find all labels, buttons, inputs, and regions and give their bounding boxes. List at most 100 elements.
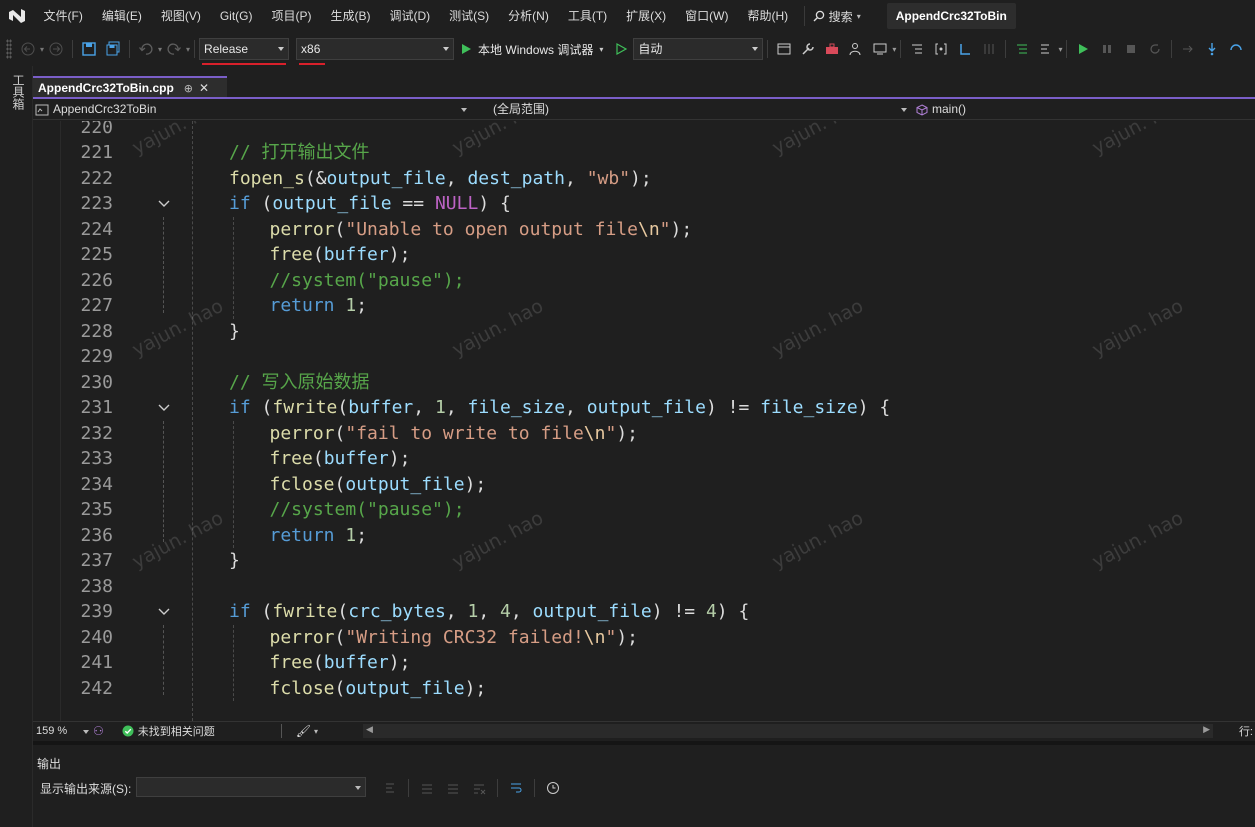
menu-item[interactable]: 生成(B): [321, 0, 380, 32]
code-token: if: [229, 397, 251, 418]
issues-indicator[interactable]: 未找到相关问题: [122, 723, 215, 739]
code-line[interactable]: 238: [33, 574, 1255, 600]
code-line[interactable]: 230 // 写入原始数据: [33, 370, 1255, 396]
show-timestamps-button[interactable]: [542, 777, 564, 799]
menu-item[interactable]: 项目(P): [262, 0, 321, 32]
menu-item[interactable]: 调试(D): [380, 0, 440, 32]
code-line[interactable]: 242 fclose(output_file);: [33, 676, 1255, 702]
toolbar-grip[interactable]: [6, 39, 12, 59]
redo-button[interactable]: [163, 38, 185, 60]
word-wrap-button[interactable]: [505, 777, 527, 799]
continue-button[interactable]: [1072, 38, 1094, 60]
horizontal-scrollbar[interactable]: ◀ ▶: [363, 724, 1213, 738]
forward-arrow-icon: [49, 42, 63, 56]
clear-all-button[interactable]: [468, 777, 490, 799]
menu-item[interactable]: 帮助(H): [738, 0, 798, 32]
scroll-left-icon[interactable]: ◀: [366, 724, 373, 735]
line-number: 229: [80, 346, 113, 367]
member-dropdown[interactable]: main(): [916, 100, 1255, 119]
code-token: 4: [705, 601, 717, 622]
code-line[interactable]: 232 perror("fail to write to file\n");: [33, 421, 1255, 447]
browser-link-button[interactable]: [773, 38, 795, 60]
undo-button[interactable]: [135, 38, 157, 60]
next-message-button[interactable]: [442, 777, 464, 799]
search-button[interactable]: 搜索 ▾: [803, 6, 869, 26]
solution-configuration-dropdown[interactable]: Release: [199, 38, 290, 65]
close-icon[interactable]: ✕: [199, 81, 209, 95]
menu-item[interactable]: 窗口(W): [676, 0, 738, 32]
code-line[interactable]: 228}: [33, 319, 1255, 345]
toolbar-separator: [408, 779, 409, 797]
code-line[interactable]: 231 if (fwrite(buffer, 1, file_size, outp…: [33, 395, 1255, 421]
code-line[interactable]: 233 free(buffer);: [33, 446, 1255, 472]
solution-platform-dropdown[interactable]: x86: [296, 38, 455, 65]
code-line[interactable]: 239 if (fwrite(crc_bytes, 1, 4, output_fi…: [33, 599, 1255, 625]
scope-dropdown[interactable]: (全局范围): [493, 100, 911, 119]
code-line[interactable]: 224 perror("Unable to open output file\n"…: [33, 217, 1255, 243]
code-line[interactable]: 226 //system("pause");: [33, 268, 1255, 294]
navigate-forward-button[interactable]: [45, 38, 67, 60]
code-line[interactable]: 240 perror("Writing CRC32 failed!\n");: [33, 625, 1255, 651]
document-tab[interactable]: AppendCrc32ToBin.cpp ⊕ ✕: [33, 76, 227, 98]
fold-chevron-icon[interactable]: [157, 395, 171, 421]
menu-item[interactable]: Git(G): [210, 0, 262, 32]
toolbox-button[interactable]: [821, 38, 843, 60]
save-all-button[interactable]: [102, 38, 124, 60]
menu-item[interactable]: 测试(S): [440, 0, 499, 32]
menu-item[interactable]: 视图(V): [151, 0, 210, 32]
code-line[interactable]: 234 fclose(output_file);: [33, 472, 1255, 498]
start-without-debugging-button[interactable]: [610, 38, 632, 60]
brush-icon[interactable]: 🖌: [296, 724, 311, 738]
scroll-right-icon[interactable]: ▶: [1203, 724, 1210, 735]
output-source-dropdown[interactable]: [136, 777, 366, 797]
menu-item[interactable]: 扩展(X): [617, 0, 676, 32]
previous-message-button[interactable]: [416, 777, 438, 799]
visual-studio-logo-icon[interactable]: [0, 0, 34, 32]
step-into-button[interactable]: [1201, 38, 1223, 60]
find-in-output-button[interactable]: [379, 777, 401, 799]
code-line[interactable]: 221 // 打开输出文件: [33, 140, 1255, 166]
uncomment-button[interactable]: [1035, 38, 1057, 60]
tools-button[interactable]: [797, 38, 819, 60]
zoom-dropdown[interactable]: 159 %: [33, 723, 93, 740]
code-line[interactable]: 220: [33, 121, 1255, 140]
code-line[interactable]: 237}: [33, 548, 1255, 574]
code-editor[interactable]: 220 221 // 打开输出文件 222 fopen_s(&output_file, …: [33, 121, 1255, 721]
columns-button[interactable]: [978, 38, 1000, 60]
comment-button[interactable]: [1011, 38, 1033, 60]
code-line[interactable]: 223 if (output_file == NULL) {: [33, 191, 1255, 217]
menu-item[interactable]: 文件(F): [34, 0, 92, 32]
menu-item[interactable]: 工具(T): [558, 0, 616, 32]
step-over-button[interactable]: [1225, 38, 1247, 60]
show-next-statement-button[interactable]: [1177, 38, 1199, 60]
line-number: 220: [80, 121, 113, 138]
toolbox-tab[interactable]: 工具箱: [10, 74, 27, 110]
line-number: 223: [80, 193, 113, 214]
pin-icon[interactable]: ⊕: [184, 82, 193, 95]
code-line[interactable]: 222 fopen_s(&output_file, dest_path, "wb"…: [33, 166, 1255, 192]
code-text: }: [229, 319, 240, 345]
start-debugging-button[interactable]: 本地 Windows 调试器 ▾: [454, 38, 609, 60]
project-dropdown[interactable]: AppendCrc32ToBin: [35, 100, 471, 119]
code-line[interactable]: 225 free(buffer);: [33, 242, 1255, 268]
code-line[interactable]: 229: [33, 344, 1255, 370]
code-line[interactable]: 241 free(buffer);: [33, 650, 1255, 676]
menu-item[interactable]: 分析(N): [499, 0, 559, 32]
stop-button[interactable]: [1120, 38, 1142, 60]
code-token: ,: [413, 397, 435, 418]
menu-item[interactable]: 编辑(E): [92, 0, 151, 32]
save-button[interactable]: [78, 38, 100, 60]
navigate-back-button[interactable]: [17, 38, 39, 60]
device-button[interactable]: [869, 38, 891, 60]
copilot-icon[interactable]: ⚇: [93, 724, 104, 738]
outline-button[interactable]: [906, 38, 928, 60]
fold-chevron-icon[interactable]: [157, 191, 171, 217]
debug-target-dropdown[interactable]: 自动: [633, 38, 764, 60]
pause-button[interactable]: [1096, 38, 1118, 60]
restart-button[interactable]: [1144, 38, 1166, 60]
code-token: (: [337, 397, 349, 418]
account-settings-button[interactable]: [845, 38, 867, 60]
step-button[interactable]: [954, 38, 976, 60]
fold-chevron-icon[interactable]: [157, 599, 171, 625]
bracket-button[interactable]: [930, 38, 952, 60]
